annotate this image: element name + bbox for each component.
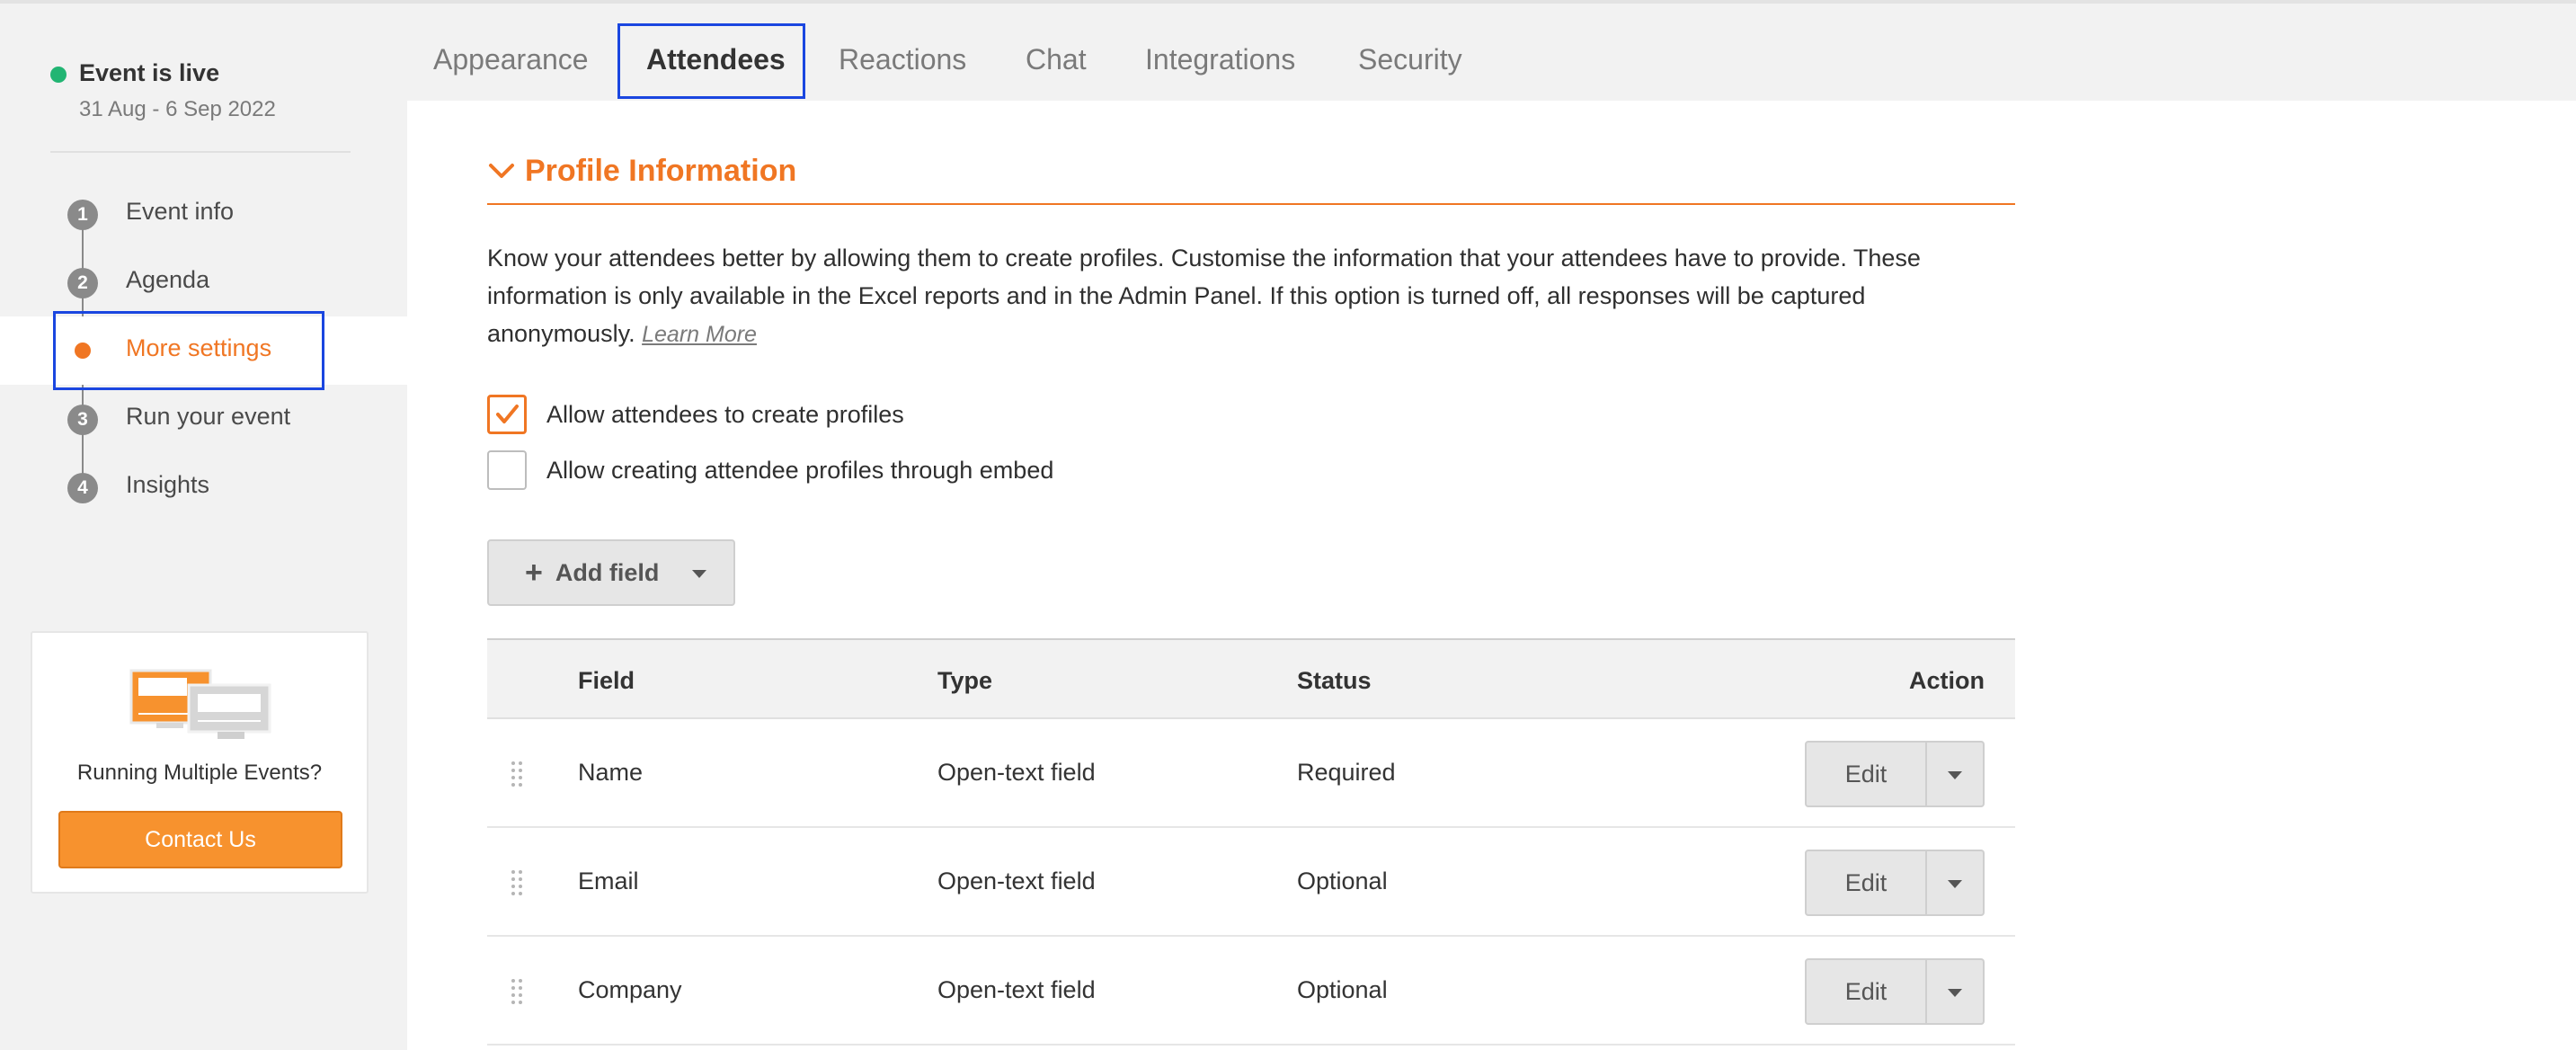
caret-down-icon <box>1948 880 1962 888</box>
tab-appearance[interactable]: Appearance <box>433 43 589 76</box>
learn-more-link[interactable]: Learn More <box>642 322 757 347</box>
section-divider <box>487 203 2015 205</box>
option-allow-profiles: Allow attendees to create profiles <box>487 394 904 435</box>
column-header-type: Type <box>937 667 993 694</box>
step-number-badge: 1 <box>67 200 98 230</box>
sidebar-item-agenda[interactable]: 2 Agenda <box>0 248 407 316</box>
checkmark-icon <box>496 405 519 423</box>
sidebar-divider <box>50 151 351 153</box>
table-header: Field Type Status Action <box>487 638 2015 719</box>
sidebar-item-label: Event info <box>126 198 235 225</box>
tab-security[interactable]: Security <box>1358 43 1462 76</box>
table-row: Email Open-text field Optional Edit <box>487 828 2015 937</box>
attendees-tab-highlight <box>617 23 805 99</box>
step-number-badge: 4 <box>67 473 98 503</box>
drag-handle-icon[interactable] <box>511 869 523 896</box>
sidebar-item-event-info[interactable]: 1 Event info <box>0 180 407 248</box>
column-header-status: Status <box>1297 667 1372 694</box>
row-actions: Edit <box>1805 958 1985 1025</box>
field-name-cell: Name <box>578 759 644 786</box>
field-type-cell: Open-text field <box>937 759 1096 786</box>
add-field-label: Add field <box>555 558 660 586</box>
allow-profiles-label: Allow attendees to create profiles <box>546 400 904 428</box>
promo-text: Running Multiple Events? <box>76 761 323 785</box>
field-name-cell: Company <box>578 976 682 1003</box>
field-name-cell: Email <box>578 868 639 894</box>
caret-down-icon <box>692 570 706 578</box>
tab-chat[interactable]: Chat <box>1026 43 1087 76</box>
drag-handle-icon[interactable] <box>511 761 523 788</box>
profile-fields-table: Field Type Status Action Name Open-text … <box>487 638 2015 1046</box>
edit-button[interactable]: Edit <box>1805 741 1927 807</box>
caret-down-icon <box>1948 989 1962 997</box>
step-number-badge: 2 <box>67 268 98 298</box>
field-status-cell: Optional <box>1297 976 1388 1003</box>
profile-information-header[interactable]: Profile Information <box>487 149 796 192</box>
step-number-badge: 3 <box>67 405 98 435</box>
field-type-cell: Open-text field <box>937 868 1096 894</box>
edit-button[interactable]: Edit <box>1805 850 1927 916</box>
promo-card: Running Multiple Events? Contact Us <box>31 631 369 894</box>
sidebar-item-label: Insights <box>126 471 210 498</box>
tab-integrations[interactable]: Integrations <box>1145 43 1295 76</box>
edit-dropdown-button[interactable] <box>1927 958 1985 1025</box>
edit-dropdown-button[interactable] <box>1927 741 1985 807</box>
event-dates: 31 Aug - 6 Sep 2022 <box>79 97 276 121</box>
field-type-cell: Open-text field <box>937 976 1096 1003</box>
drag-handle-icon[interactable] <box>511 978 523 1005</box>
section-description: Know your attendees better by allowing t… <box>487 239 2015 353</box>
column-header-action: Action <box>1909 667 1985 694</box>
event-status-title: Event is live <box>79 59 220 86</box>
sidebar-item-label: Agenda <box>126 266 210 293</box>
table-row: Company Open-text field Optional Edit <box>487 937 2015 1046</box>
edit-dropdown-button[interactable] <box>1927 850 1985 916</box>
option-allow-embed-profiles: Allow creating attendee profiles through… <box>487 449 1053 491</box>
allow-embed-profiles-checkbox[interactable] <box>487 450 527 490</box>
multiple-screens-icon <box>129 669 271 739</box>
caret-down-icon <box>1948 771 1962 779</box>
sidebar-item-insights[interactable]: 4 Insights <box>0 453 407 521</box>
more-settings-highlight <box>53 311 324 390</box>
field-status-cell: Required <box>1297 759 1396 786</box>
table-row: Name Open-text field Required Edit <box>487 719 2015 828</box>
edit-button[interactable]: Edit <box>1805 958 1927 1025</box>
sidebar-item-run-your-event[interactable]: 3 Run your event <box>0 385 407 453</box>
section-title: Profile Information <box>525 153 797 188</box>
tab-reactions[interactable]: Reactions <box>839 43 966 76</box>
plus-icon: + <box>525 556 543 590</box>
sidebar: Event is live 31 Aug - 6 Sep 2022 1 Even… <box>0 4 407 1050</box>
add-field-button[interactable]: + Add field <box>487 539 735 606</box>
chevron-down-icon <box>489 164 514 178</box>
row-actions: Edit <box>1805 850 1985 916</box>
live-status-dot <box>50 67 67 83</box>
allow-profiles-checkbox[interactable] <box>487 395 527 434</box>
sidebar-item-label: Run your event <box>126 403 291 430</box>
column-header-field: Field <box>578 667 635 694</box>
field-status-cell: Optional <box>1297 868 1388 894</box>
row-actions: Edit <box>1805 741 1985 807</box>
contact-us-button[interactable]: Contact Us <box>58 811 342 868</box>
allow-embed-profiles-label: Allow creating attendee profiles through… <box>546 456 1054 484</box>
